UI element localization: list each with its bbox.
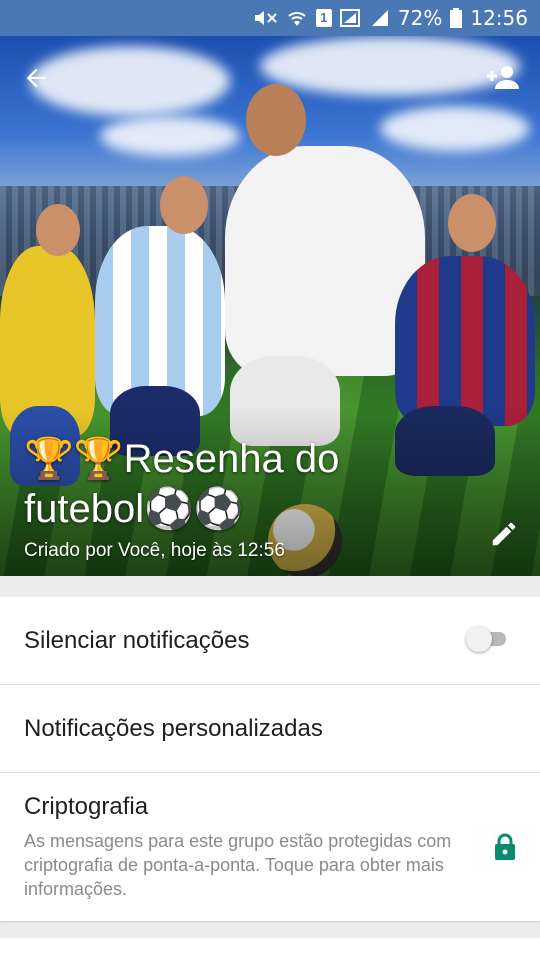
status-bar: 1 72% 12:56 [0, 0, 540, 36]
battery-percent: 72% [397, 6, 443, 30]
pencil-icon [492, 522, 516, 546]
group-created-info: Criado por Você, hoje às 12:56 [24, 540, 285, 561]
clock: 12:56 [470, 6, 528, 30]
settings-card: Silenciar notificações Notificações pers… [0, 597, 540, 921]
group-name-line2: futebol⚽⚽ [24, 487, 244, 531]
add-participant-button[interactable] [478, 54, 526, 102]
group-name: 🏆🏆Resenha do futebol⚽⚽ [24, 434, 444, 534]
sim-icon: 1 [315, 9, 332, 27]
edit-group-name-button[interactable] [480, 510, 528, 558]
signal-bars-icon [370, 8, 390, 28]
back-arrow-icon [26, 68, 46, 88]
mute-notifications-label: Silenciar notificações [24, 626, 250, 654]
encryption-description: As mensagens para este grupo estão prote… [24, 831, 452, 899]
next-section-card [0, 938, 540, 968]
mute-notifications-row[interactable]: Silenciar notificações [0, 597, 540, 685]
signal-icon [339, 8, 362, 28]
back-button[interactable] [12, 54, 60, 102]
mute-icon [252, 8, 278, 28]
group-name-line1: 🏆🏆Resenha do [24, 437, 340, 481]
encryption-row[interactable]: Criptografia As mensagens para este grup… [0, 773, 540, 921]
battery-icon [450, 8, 463, 28]
custom-notifications-label: Notificações personalizadas [24, 714, 323, 742]
mute-notifications-toggle[interactable] [466, 626, 506, 652]
wifi-icon [286, 8, 308, 28]
encryption-title: Criptografia [24, 793, 149, 820]
toggle-thumb [466, 626, 492, 652]
add-person-icon [487, 66, 519, 89]
custom-notifications-row[interactable]: Notificações personalizadas [0, 685, 540, 773]
group-header: 🏆🏆Resenha do futebol⚽⚽ Criado por Você, … [0, 36, 540, 576]
lock-icon [494, 833, 516, 866]
